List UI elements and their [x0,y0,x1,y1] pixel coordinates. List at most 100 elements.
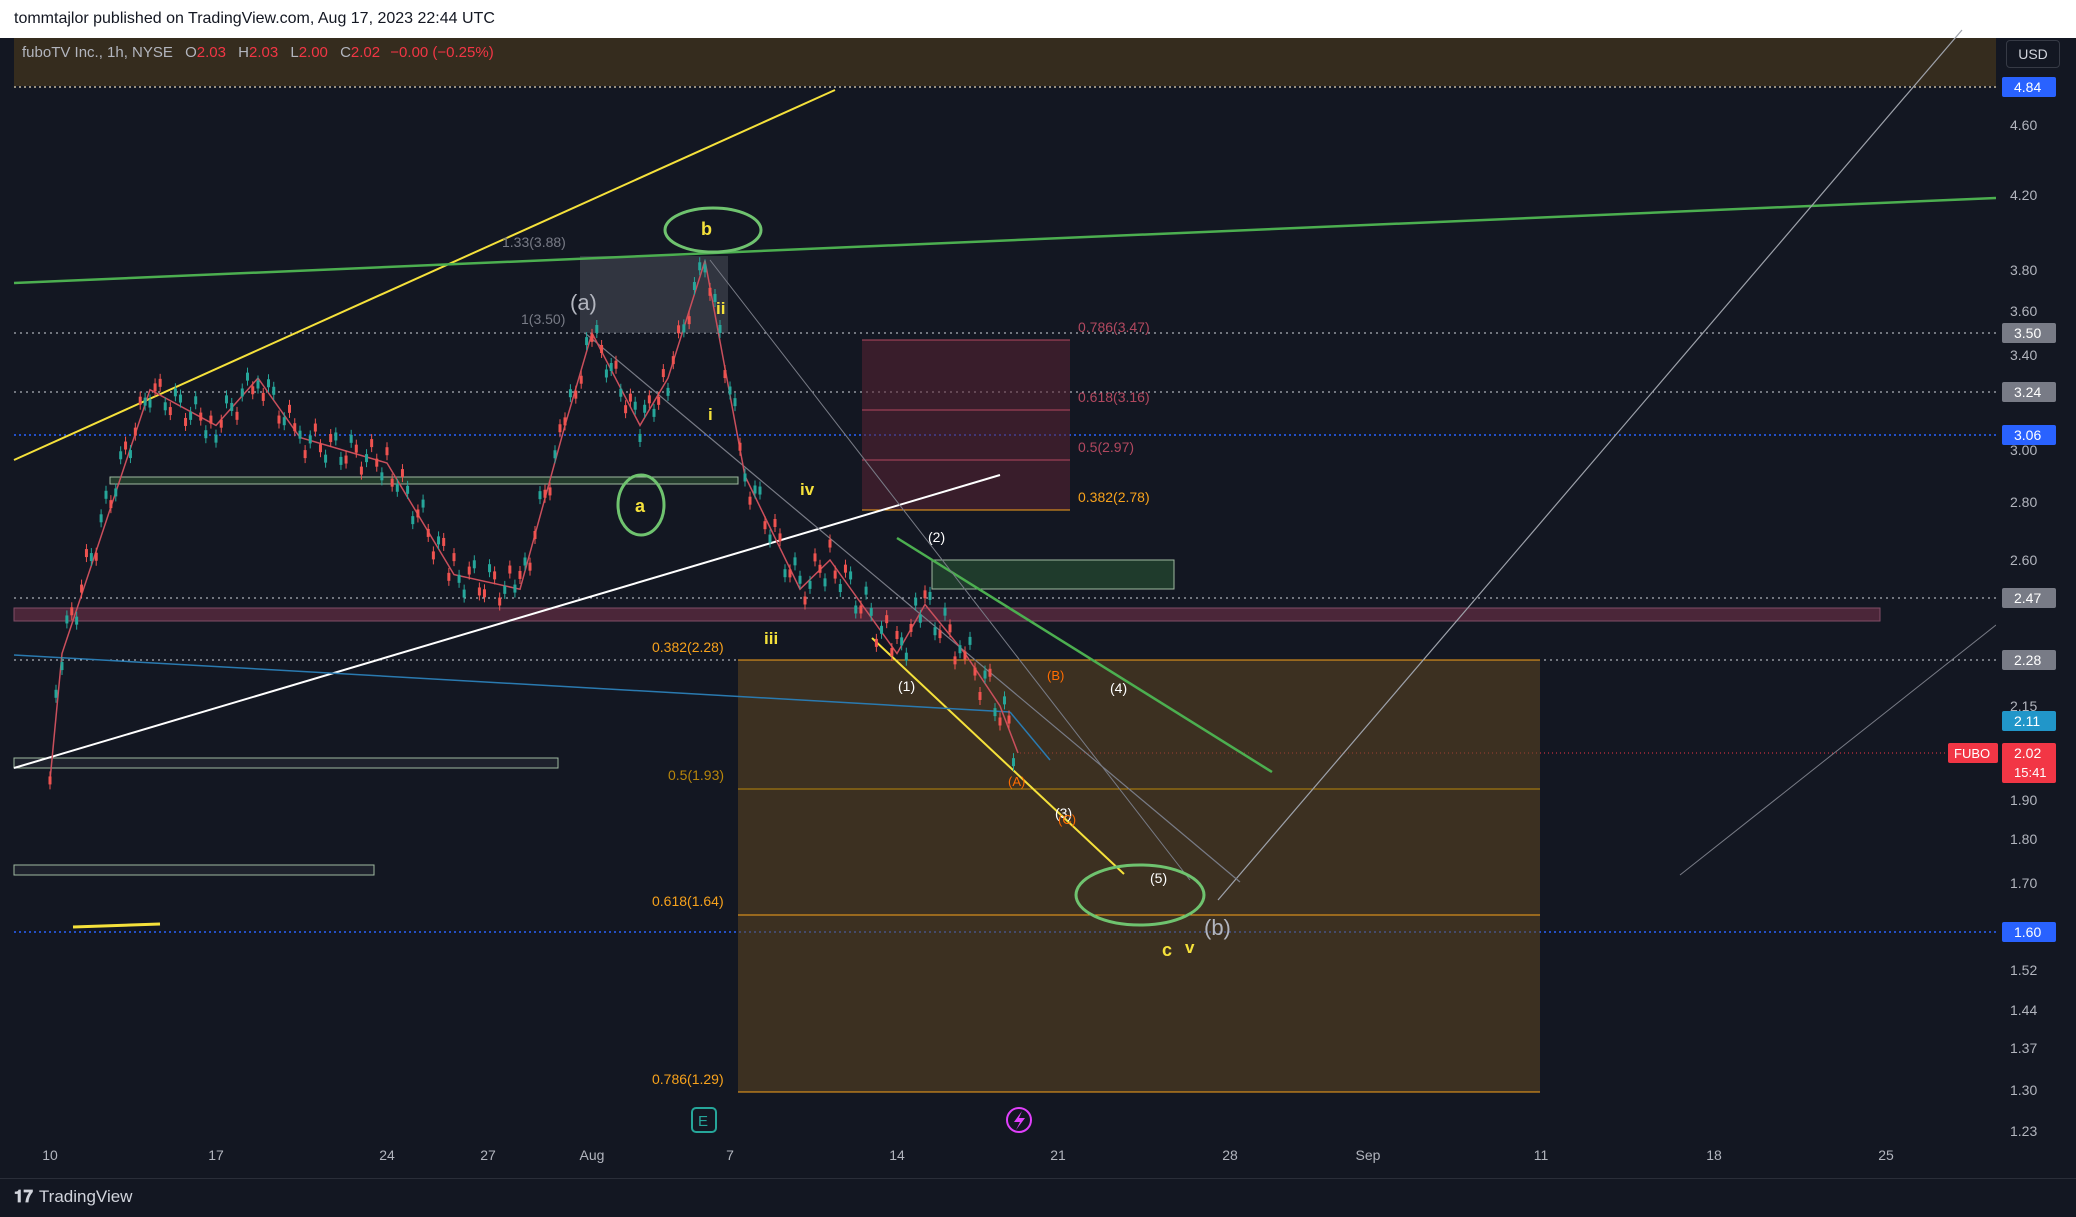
price-badge-label: 3.50 [2014,325,2041,341]
wave-label-4: (4) [1110,680,1127,696]
candle-body [214,434,218,443]
candle-body [114,488,118,497]
candle-body [609,362,613,371]
candle-body [70,607,74,616]
legend-high-label: H [238,44,249,61]
candle-body [508,565,512,574]
candle-body [329,434,333,443]
candle-body [344,455,348,464]
candle-body [864,586,868,595]
candle-body [624,405,628,414]
candle-body [978,691,982,700]
candle-body [708,287,712,296]
candle-body [148,399,152,408]
candle-body [452,553,456,562]
candle-body [768,534,772,543]
candle-body [973,667,977,676]
currency-button[interactable]: USD [2006,40,2060,68]
candle-body [462,589,466,598]
candle-body [209,415,213,424]
candle-body [738,442,742,451]
legend-low: 2.00 [298,44,328,61]
price-badge-label: 1.60 [2014,924,2041,940]
candle-body [89,553,93,562]
candle-body [184,417,188,426]
fib-lower-box [738,660,1540,1092]
candle-body [194,396,198,405]
candle-body [288,404,291,413]
candle-body [538,491,542,500]
candle-body [733,398,737,407]
candle-body [1007,715,1011,724]
time-tick-label: 14 [889,1147,905,1163]
time-tick-label: 21 [1050,1147,1066,1163]
candle-body [163,402,167,411]
candle-body [119,451,123,460]
candle-body [303,450,307,459]
candle-body [528,562,532,571]
green-trendline [13,196,1997,285]
fib-ext-label-1: 1(3.50) [521,311,565,327]
time-tick-label: 28 [1222,1147,1238,1163]
candle-body [334,432,338,441]
candle-body [643,404,647,413]
fib-upper-label-05: 0.5(2.97) [1078,439,1134,455]
fib-upper-label-0382: 0.382(2.78) [1078,489,1150,505]
candle-body [778,533,782,542]
zone-purple [13,607,1881,622]
candle-body [885,615,889,624]
candle-body [604,369,608,378]
candle-body [60,662,64,671]
wave-label-1: (1) [898,678,915,694]
candle-body [251,386,255,395]
candle-body [375,458,379,467]
candle-body [543,489,547,498]
candle-body [963,651,967,660]
candle-body [563,417,567,426]
candle-body [703,264,707,273]
price-axis[interactable]: 4.604.203.803.603.403.002.802.602.151.90… [1948,38,2076,1178]
tradingview-logo[interactable]: 𝟏𝟕 TradingView [14,1187,132,1207]
candle-body [235,411,239,420]
candle-body [813,553,817,562]
candle-body [457,574,461,583]
candle-body [400,469,404,478]
candle-body [808,580,812,589]
candle-body [943,607,947,616]
wave-label-c: c [1162,940,1172,960]
yellow-highlight-stroke [72,922,161,929]
candle-body [743,473,747,482]
candle-body [267,379,270,388]
price-tick-label: 2.60 [2010,552,2037,568]
price-badge-label: 2.11 [2014,713,2040,729]
legend-symbol: fuboTV Inc., 1h, NYSE [22,44,173,61]
candle-body [723,370,727,379]
candle-body [558,424,562,433]
candle-body [595,325,599,334]
candle-body [240,388,244,397]
candle-body [277,415,281,424]
candle-body [918,614,922,623]
legend-open: 2.03 [196,44,226,61]
time-tick-label: 7 [726,1147,734,1163]
candle-body [748,496,752,505]
candle-body [666,387,670,396]
time-tick-label: Sep [1356,1147,1381,1163]
candle-body [1012,758,1015,767]
candle-body [138,396,142,405]
price-tick-label: 1.23 [2010,1123,2037,1139]
candle-body [958,645,962,654]
candle-body [204,430,208,439]
fib-upper-label-0786: 0.786(3.47) [1078,319,1150,335]
fib-lower-label-0618: 0.618(1.64) [652,893,724,909]
time-axis[interactable]: 10 17 24 27 Aug 7 14 21 28 Sep 11 18 25 [42,1147,1894,1163]
candle-body [173,388,177,397]
chart-svg[interactable]: 0.786(3.47) 0.618(3.16) 0.5(2.97) 0.382(… [0,0,2076,1216]
candle-body [553,450,557,459]
symbol-tag-label: FUBO [1954,746,1990,761]
candle-body [482,589,486,598]
legend-close-label: C [340,44,351,61]
candle-body [503,585,507,594]
candle-body [579,375,583,384]
candle-body [246,372,249,381]
